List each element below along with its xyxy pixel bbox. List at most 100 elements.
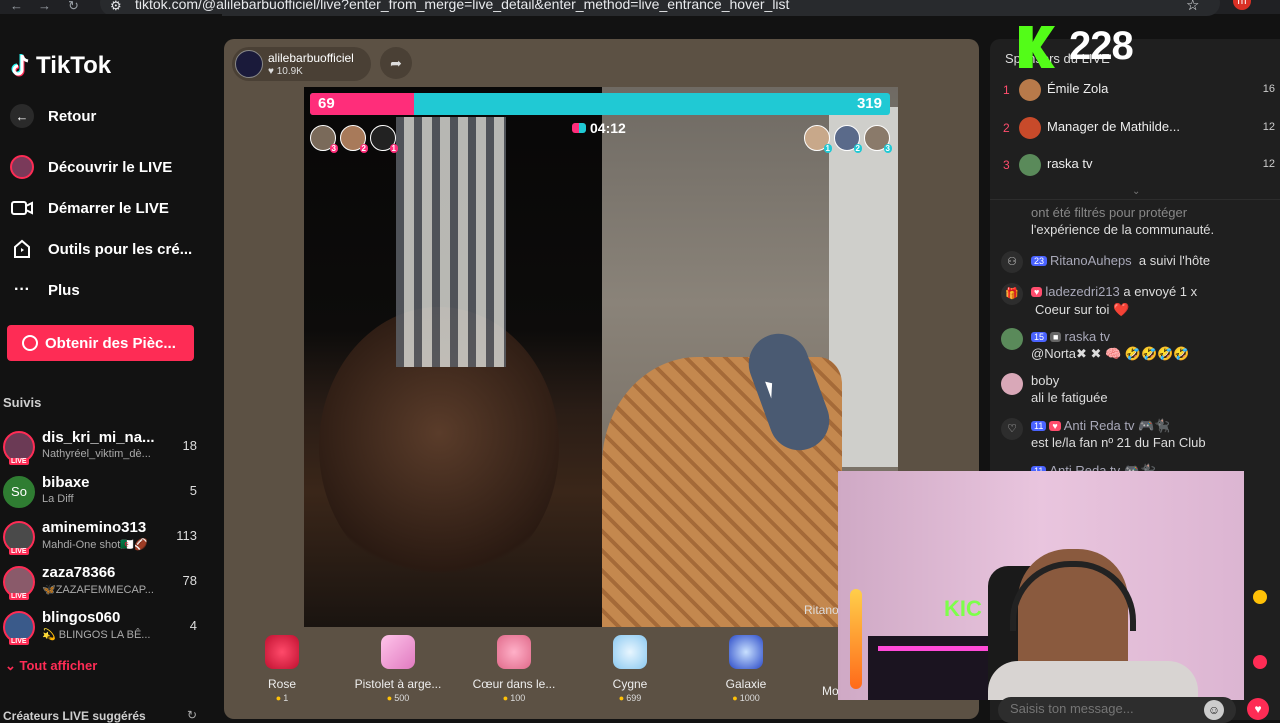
url-text[interactable]: tiktok.com/@alilebarbuofficiel/live?ente… — [135, 0, 789, 12]
following-item[interactable]: So bibaxe La Diff 5 — [3, 474, 203, 510]
tiktok-logo[interactable]: TikTok — [10, 52, 111, 80]
host-name[interactable]: alilebarbuofficiel — [268, 51, 354, 65]
viewer-count: 5 — [189, 483, 197, 498]
following-item[interactable]: LIVE aminemino313 Mahdi-One shot🇩🇿🏈 113 — [3, 519, 203, 555]
following-item[interactable]: LIVE zaza78366 🦋ZAZAFEMMECAP... 78 — [3, 564, 203, 600]
more-gifts-button[interactable]: Mo — [822, 684, 839, 698]
gift-galaxy[interactable]: Galaxie 1000 — [696, 632, 796, 703]
back-arrow-icon[interactable]: ← — [10, 0, 23, 13]
battle-icon — [572, 123, 586, 133]
gift-pistol[interactable]: Pistolet à arge... 500 — [348, 632, 448, 703]
gift-name: Cœur dans le... — [472, 677, 556, 691]
right-team-avatar[interactable]: 2 — [834, 125, 862, 153]
video-window-bars — [396, 117, 506, 367]
chevron-down-icon[interactable]: ⌄ — [1132, 186, 1140, 197]
site-settings-icon[interactable]: ⚙ — [110, 0, 122, 14]
sponsor-score: 12 — [1262, 158, 1275, 170]
reload-icon[interactable]: ↻ — [68, 0, 79, 14]
viewer-count: 78 — [182, 573, 197, 588]
left-team-avatar[interactable]: 1 — [370, 125, 398, 153]
bookmark-star-icon[interactable]: ☆ — [1186, 0, 1199, 14]
nav-start-live-label: Démarrer le LIVE — [48, 199, 169, 217]
following-item[interactable]: LIVE blingos060 💫 BLINGOS LA BÊ... 4 — [3, 609, 203, 645]
forward-arrow-icon[interactable]: → — [38, 0, 51, 13]
avatar: LIVE — [3, 566, 35, 600]
gift-name: Pistolet à arge... — [354, 677, 442, 691]
streamer-webcam: KIC — [838, 471, 1244, 700]
money-gun-icon — [381, 635, 415, 669]
gift-swan[interactable]: Cygne 699 — [580, 632, 680, 703]
fan-badge: ♥ — [1049, 421, 1061, 431]
chat-username[interactable]: raska tv — [1064, 329, 1110, 344]
like-heart-button[interactable]: ♥ — [1247, 698, 1269, 720]
host-info[interactable]: alilebarbuofficiel ♥ 10.9K — [232, 47, 371, 81]
battle-timer: 04:12 — [572, 119, 626, 137]
following-sub: Nathyréel_viktim_dè... — [42, 448, 151, 460]
chat-line: 23 RitanoAuheps a suivi l'hôte — [1031, 253, 1210, 268]
sidebar: TikTok ← Retour Découvrir le LIVE Démarr… — [0, 14, 222, 720]
battle-right-score: 319 — [856, 95, 882, 112]
swan-icon — [613, 635, 647, 669]
gift-icon: 🎁 — [1001, 283, 1023, 305]
gift-name: Rose — [267, 677, 296, 691]
gift-price: 699 — [580, 693, 680, 703]
chat-line: ♥ ladezedri213 a envoyé 1 x — [1031, 284, 1197, 299]
rank-badge: 3 — [329, 144, 338, 153]
sunglasses-emoji-icon[interactable] — [1253, 590, 1267, 604]
chat-message-input[interactable] — [1010, 701, 1190, 716]
browser-toolbar: ← → ↻ ⚙ tiktok.com/@alilebarbuofficiel/l… — [0, 0, 1280, 16]
emoji-icon[interactable]: ☺ — [1204, 700, 1224, 720]
galaxy-icon — [729, 635, 763, 669]
avatar[interactable] — [1001, 373, 1023, 395]
nav-discover-live-label: Découvrir le LIVE — [48, 158, 173, 176]
gift-heart-icon[interactable] — [1253, 655, 1267, 669]
following-item[interactable]: LIVE dis_kri_mi_na... Nathyréel_viktim_d… — [3, 429, 203, 465]
nav-discover-live[interactable]: Découvrir le LIVE — [10, 152, 172, 182]
heart-hands-icon — [497, 635, 531, 669]
avatar — [1019, 154, 1041, 176]
chat-username[interactable]: boby — [1031, 373, 1059, 388]
nav-creator-tools[interactable]: Outils pour les cré... — [10, 234, 192, 264]
sponsor-rank-row[interactable]: 2 Manager de Mathilde... 12 — [1003, 116, 1278, 142]
live-video[interactable] — [304, 87, 898, 627]
get-coins-button[interactable]: Obtenir des Pièc... — [7, 325, 194, 361]
chat-text: a suivi l'hôte — [1138, 253, 1211, 268]
chat-username[interactable]: ladezedri213 — [1045, 284, 1119, 299]
system-notice-line: l'expérience de la communauté. — [1031, 222, 1215, 237]
sponsor-score: 12 — [1262, 121, 1275, 133]
nav-start-live[interactable]: Démarrer le LIVE — [10, 193, 169, 223]
nav-more[interactable]: ··· Plus — [10, 275, 80, 305]
profile-avatar[interactable]: m — [1233, 0, 1251, 10]
share-icon[interactable]: ➦ — [380, 47, 412, 79]
webcam-lamp — [850, 589, 862, 689]
host-avatar[interactable] — [235, 50, 263, 78]
chat-username[interactable]: RitanoAuheps — [1050, 253, 1132, 268]
right-team-avatar[interactable]: 3 — [864, 125, 892, 153]
nav-back[interactable]: ← Retour — [10, 101, 96, 131]
creator-tools-icon — [10, 237, 34, 261]
gift-price: 1 — [232, 693, 332, 703]
ranking-divider: ⌄ — [990, 182, 1280, 200]
sponsor-rank-row[interactable]: 1 Émile Zola 16 — [1003, 78, 1278, 104]
left-team-avatar[interactable]: 2 — [340, 125, 368, 153]
avatar: So — [3, 476, 35, 508]
kick-logo-icon — [1019, 26, 1055, 68]
sponsor-rank-row[interactable]: 3 raska tv 12 — [1003, 153, 1278, 179]
coin-icon — [22, 335, 38, 351]
webcam-neon-sign: KIC — [944, 596, 982, 621]
rose-icon — [265, 635, 299, 669]
system-notice-line: ont été filtrés pour protéger — [1031, 205, 1188, 220]
gift-heart-hands[interactable]: Cœur dans le... 100 — [464, 632, 564, 703]
left-team-avatar[interactable]: 3 — [310, 125, 338, 153]
gift-rose[interactable]: Rose 1 — [232, 632, 332, 703]
sponsor-score: 16 — [1262, 83, 1275, 95]
following-sub: La Diff — [42, 493, 74, 505]
see-all-link[interactable]: ⌄ Tout afficher — [5, 658, 97, 674]
rank-badge: 2 — [359, 144, 368, 153]
video-watermark: Ritano — [804, 603, 839, 617]
chat-text: @Norta✖ ✖ 🧠 🤣🤣🤣🤣 — [1031, 346, 1190, 361]
chat-username[interactable]: Anti Reda tv 🎮🐈‍⬛ — [1064, 418, 1171, 433]
right-team-avatar[interactable]: 1 — [804, 125, 832, 153]
chat-username[interactable]: Anti Reda tv 🎮🐈‍⬛ — [1049, 463, 1156, 471]
avatar[interactable] — [1001, 328, 1023, 350]
